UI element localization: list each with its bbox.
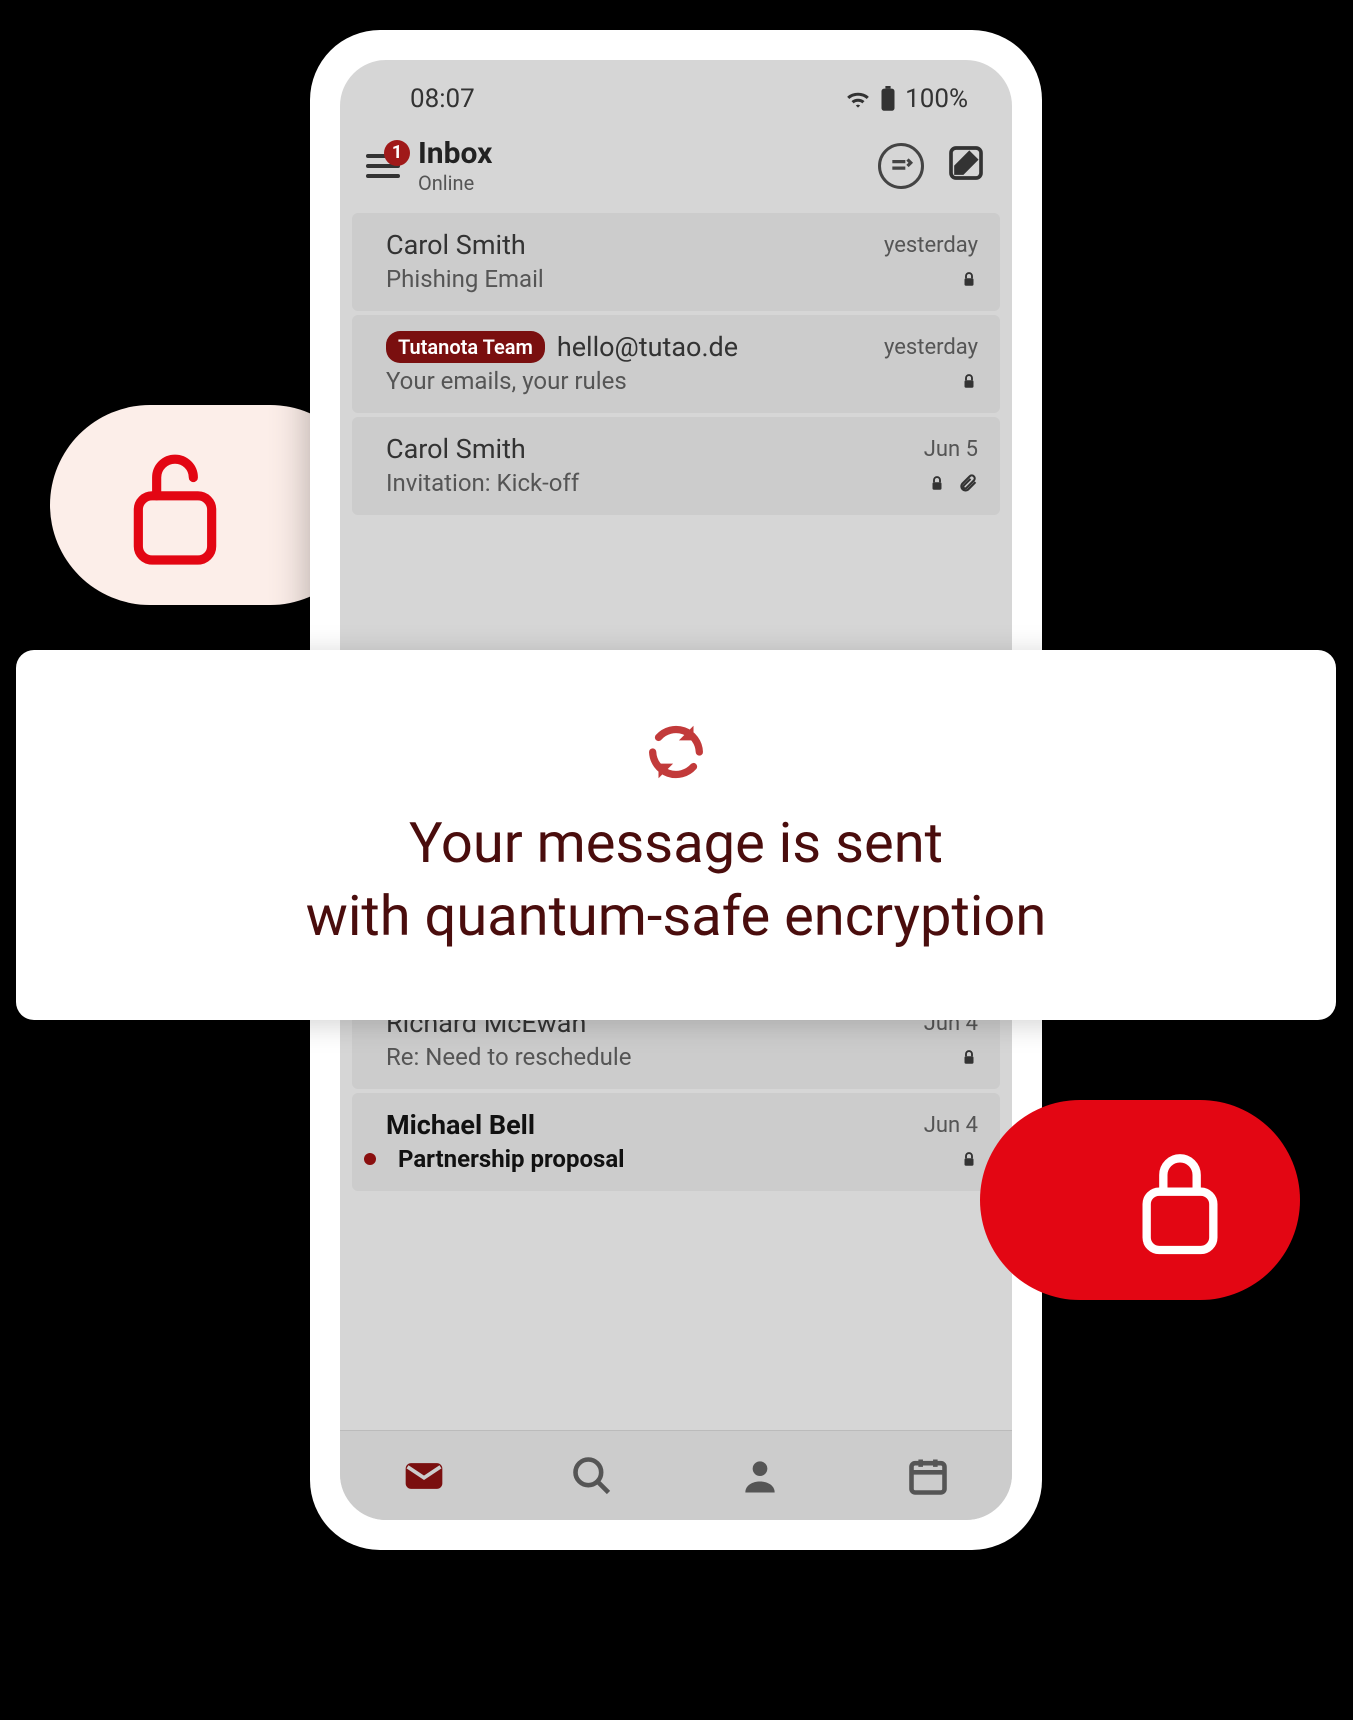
nav-calendar[interactable] (903, 1451, 953, 1501)
wifi-icon (845, 88, 871, 110)
lock-icon (960, 372, 978, 390)
email-date: yesterday (884, 335, 978, 360)
nav-search[interactable] (567, 1451, 617, 1501)
email-date: yesterday (884, 233, 978, 258)
email-row[interactable]: Carol Smith Jun 5 Invitation: Kick-off (352, 417, 1000, 515)
overlay-line2: with quantum-safe encryption (306, 880, 1047, 953)
email-date: Jun 5 (924, 437, 978, 462)
unlock-icon (120, 440, 230, 570)
lock-icon (1130, 1140, 1230, 1260)
closed-lock-pill (980, 1100, 1300, 1300)
overlay-line1: Your message is sent (306, 807, 1047, 880)
status-time: 08:07 (410, 84, 475, 114)
menu-button[interactable]: 1 (366, 154, 400, 178)
encryption-overlay: Your message is sent with quantum-safe e… (16, 650, 1336, 1020)
email-date: Jun 4 (924, 1113, 978, 1138)
email-row[interactable]: Michael Bell Jun 4 Partnership proposal (352, 1093, 1000, 1191)
email-subject: Partnership proposal (386, 1145, 625, 1173)
battery-percent: 100% (905, 84, 968, 114)
email-row[interactable]: Carol Smith yesterday Phishing Email (352, 213, 1000, 311)
email-row[interactable]: Tutanota Team hello@tutao.de yesterday Y… (352, 315, 1000, 413)
app-header: 1 Inbox Online (340, 126, 1012, 213)
select-all-button[interactable] (878, 143, 924, 189)
sender-tag: Tutanota Team (386, 331, 545, 363)
email-sender: Carol Smith (386, 229, 526, 261)
lock-icon (960, 270, 978, 288)
unread-badge: 1 (384, 140, 410, 166)
email-subject: Invitation: Kick-off (386, 469, 579, 497)
bottom-nav (340, 1430, 1012, 1520)
folder-title: Inbox (418, 136, 492, 171)
lock-icon (928, 474, 946, 492)
lock-icon (960, 1150, 978, 1168)
email-subject: Your emails, your rules (386, 367, 627, 395)
email-sender: Michael Bell (386, 1109, 535, 1141)
status-bar: 08:07 100% (340, 60, 1012, 126)
lock-icon (960, 1048, 978, 1066)
email-sender: Carol Smith (386, 433, 526, 465)
sync-icon (641, 717, 711, 787)
unread-dot (364, 1153, 376, 1165)
email-sender: Tutanota Team hello@tutao.de (386, 331, 738, 363)
connection-status: Online (418, 171, 492, 195)
nav-contacts[interactable] (735, 1451, 785, 1501)
email-subject: Phishing Email (386, 265, 544, 293)
nav-mail[interactable] (399, 1451, 449, 1501)
attachment-icon (958, 473, 978, 493)
battery-icon (879, 86, 897, 112)
email-subject: Re: Need to reschedule (386, 1043, 631, 1071)
compose-button[interactable] (946, 143, 986, 183)
